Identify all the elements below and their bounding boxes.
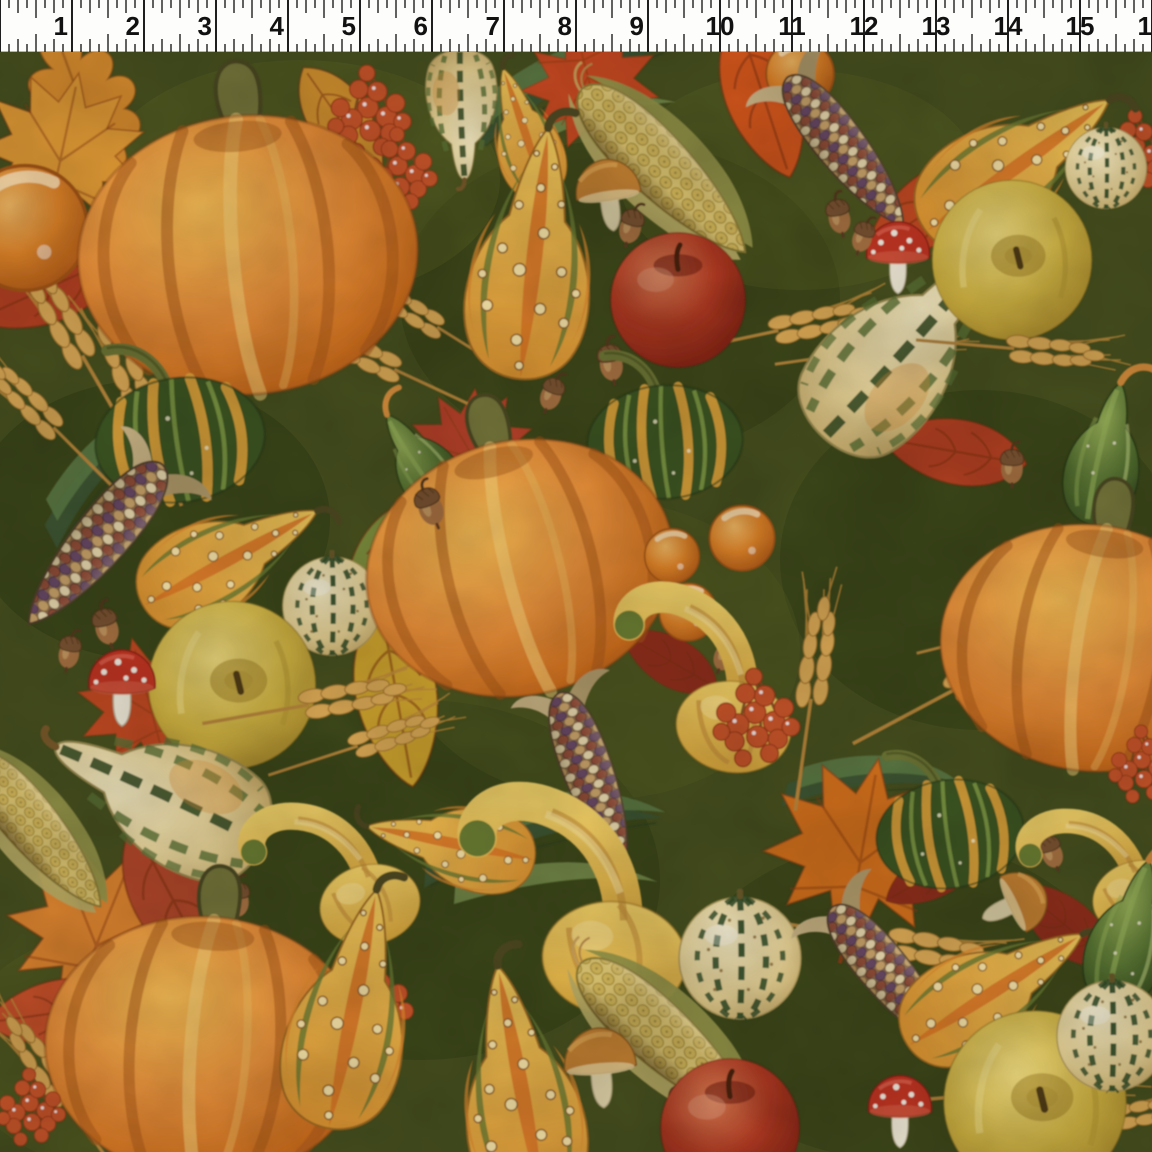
fabric-swatch-image: 12345678910111213141516 [0,0,1152,1152]
ruler-number: 13 [922,11,951,41]
ruler-number: 12 [850,11,879,41]
fabric-paper-texture [0,52,1152,1152]
ruler-number: 9 [630,11,644,41]
ruler-number: 16 [1138,11,1152,41]
ruler-number: 10 [706,11,735,41]
ruler-number: 2 [126,11,140,41]
ruler-number: 15 [1066,11,1095,41]
ruler-number: 4 [270,11,285,41]
ruler-number: 3 [198,11,212,41]
ruler-number: 6 [414,11,428,41]
ruler-number: 5 [342,11,356,41]
ruler-number: 11 [778,11,806,41]
fabric-swatch-photo: 12345678910111213141516 [0,0,1152,1152]
ruler-number: 8 [558,11,572,41]
ruler-number: 14 [994,11,1023,41]
inch-ruler: 12345678910111213141516 [0,0,1152,52]
ruler-number: 7 [486,11,500,41]
ruler-number: 1 [54,11,68,41]
